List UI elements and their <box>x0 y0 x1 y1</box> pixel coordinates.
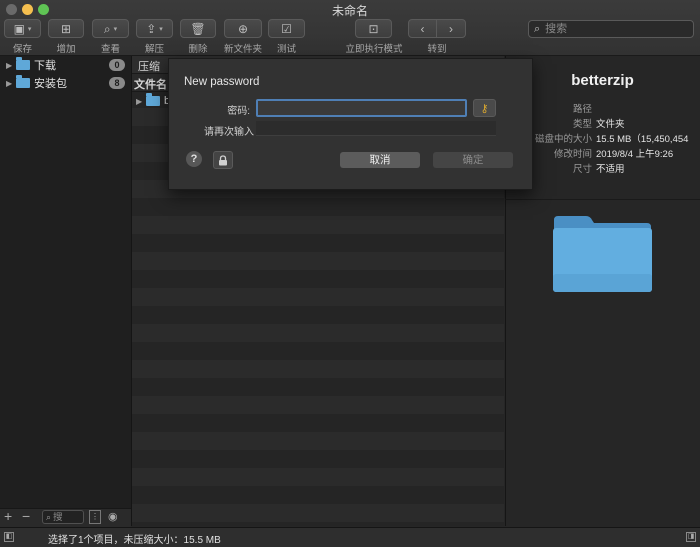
extract-label: 解压 <box>144 44 164 55</box>
window-title: 未命名 <box>331 4 368 18</box>
chevron-down-icon: ▾ <box>159 25 163 33</box>
chevron-down-icon: ▾ <box>27 25 32 33</box>
chevron-down-icon: ▾ <box>113 25 118 33</box>
new-folder-button[interactable]: ⊕ <box>224 19 262 38</box>
trash-icon: 🗑 <box>190 21 206 36</box>
magnifier-icon: ⌕ <box>103 21 111 36</box>
toggle-info-button[interactable]: ◨ <box>686 532 696 542</box>
info-panel-icon: ◨ <box>687 533 695 540</box>
repeat-password-label: 请再次输入 <box>204 127 254 138</box>
box-add-icon: ⊞ <box>60 21 72 36</box>
sidebar-icon: ◧ <box>5 533 13 540</box>
test-button[interactable]: ☑ <box>268 19 305 38</box>
archive-icon: ▣ <box>13 21 25 36</box>
folder-icon <box>16 75 30 88</box>
info-value-modified: 2019/8/4 上午9:26 <box>596 149 674 160</box>
extract-button[interactable]: ⇪ ▾ <box>136 19 173 38</box>
chevron-left-icon: ‹ <box>420 21 425 36</box>
hierarchy-icon: ⋮ <box>91 512 99 521</box>
cancel-button[interactable]: 取消 <box>340 152 420 168</box>
download-folder-icon <box>16 57 30 70</box>
add-label: 增加 <box>56 44 76 55</box>
folder-icon <box>146 93 160 106</box>
exec-mode-label: 立即执行模式 <box>345 44 403 55</box>
disclosure-triangle-icon[interactable]: ▶ <box>6 79 16 88</box>
add-location-button[interactable]: + <box>4 508 12 524</box>
folder-plus-icon: ⊕ <box>237 21 249 36</box>
password-assistant-button[interactable]: ⚷ <box>473 99 496 117</box>
goto-label: 转到 <box>427 44 447 55</box>
sidebar-item-label: 下载 <box>34 60 56 72</box>
compress-header-label: 压缩 <box>138 61 160 73</box>
lock-icon: ⊡ <box>368 21 379 36</box>
eye-icon: ◉ <box>108 511 118 523</box>
chevron-right-icon: › <box>449 21 453 36</box>
sidebar <box>0 56 132 526</box>
plus-icon: + <box>4 508 13 524</box>
back-button[interactable]: ‹ <box>408 19 437 38</box>
repeat-password-field[interactable] <box>256 121 496 136</box>
search-input[interactable] <box>543 22 678 36</box>
status-text: 选择了1个项目，未压缩大小：15.5 MB <box>48 535 221 546</box>
filename-header-label: 文件名 <box>134 79 167 91</box>
toggle-sidebar-button[interactable]: ◧ <box>4 532 14 542</box>
tree-view-button[interactable]: ⋮ <box>89 510 101 524</box>
box-extract-icon: ⇪ <box>146 21 157 36</box>
search-icon: ⌕ <box>534 22 541 35</box>
view-label: 查看 <box>100 44 120 55</box>
sidebar-item-label: 安装包 <box>34 78 67 90</box>
count-badge: 8 <box>109 77 125 89</box>
ok-button[interactable]: 确定 <box>433 152 513 168</box>
info-divider <box>505 199 700 200</box>
lock-icon <box>219 154 227 165</box>
test-label: 测试 <box>276 44 296 55</box>
info-value-type: 文件夹 <box>596 119 625 130</box>
dialog-title: New password <box>184 76 260 88</box>
lock-button[interactable] <box>213 151 233 169</box>
checkmark-icon: ☑ <box>281 21 292 36</box>
info-file-name: betterzip <box>571 72 634 89</box>
forward-button[interactable]: › <box>436 19 466 38</box>
password-field[interactable] <box>256 99 467 117</box>
sidebar-search-box[interactable]: ⌕ <box>42 510 84 524</box>
preview-toggle-button[interactable]: ◉ <box>108 510 124 524</box>
sidebar-item-installers[interactable]: ▶ 安装包 8 <box>0 74 131 92</box>
sidebar-search-input[interactable] <box>53 511 80 523</box>
info-value-dimensions: 不适用 <box>596 164 625 175</box>
key-icon: ⚷ <box>480 102 489 115</box>
minus-icon: − <box>22 508 31 524</box>
disclosure-triangle-icon[interactable]: ▶ <box>136 97 146 106</box>
exec-mode-button[interactable]: ⊡ <box>355 19 392 38</box>
count-badge: 0 <box>109 59 125 71</box>
remove-location-button[interactable]: − <box>22 508 30 524</box>
disclosure-triangle-icon[interactable]: ▶ <box>6 61 16 70</box>
new-folder-label: 新文件夹 <box>223 44 262 55</box>
password-label: 密码: <box>227 106 250 117</box>
delete-button[interactable]: 🗑 <box>180 19 216 38</box>
search-box[interactable]: ⌕ <box>528 20 694 38</box>
save-button[interactable]: ▣ ▾ <box>4 19 41 38</box>
sidebar-item-downloads[interactable]: ▶ 下载 0 <box>0 56 131 74</box>
info-value-disk-size: 15.5 MB（15,450,454 <box>596 134 689 145</box>
folder-preview-icon <box>553 216 652 292</box>
save-label: 保存 <box>12 44 32 55</box>
add-button[interactable]: ⊞ <box>48 19 84 38</box>
search-icon: ⌕ <box>46 511 52 522</box>
view-button[interactable]: ⌕ ▾ <box>92 19 129 38</box>
delete-label: 删除 <box>188 44 208 55</box>
help-button[interactable]: ? <box>186 151 202 167</box>
